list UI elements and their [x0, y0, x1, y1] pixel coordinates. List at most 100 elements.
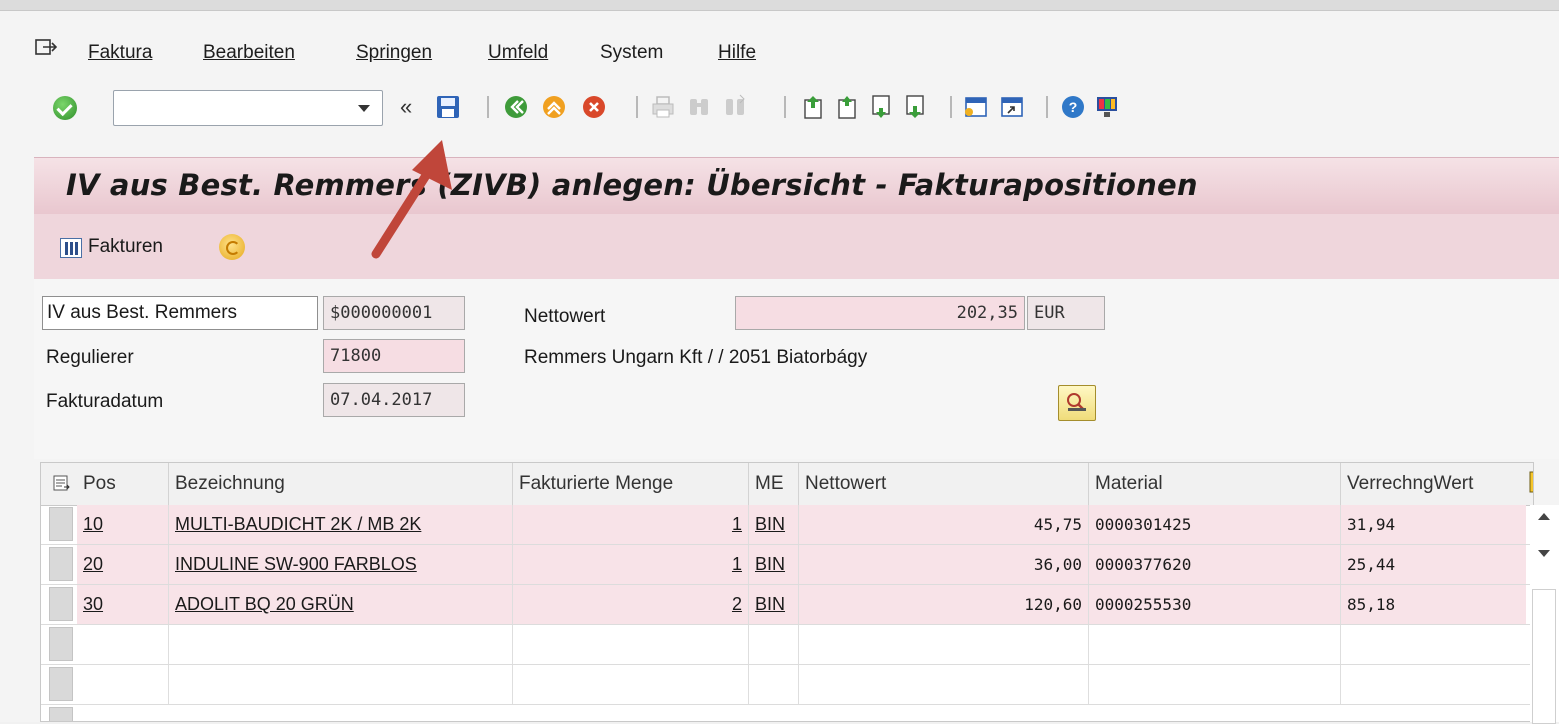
- cell-empty[interactable]: [799, 625, 1089, 664]
- toolbar-separator: [487, 96, 489, 118]
- find-next-icon: [726, 94, 745, 115]
- back-icon[interactable]: [503, 94, 529, 120]
- billing-documents-icon[interactable]: [60, 238, 82, 258]
- row-selector[interactable]: [49, 667, 73, 701]
- cell-me[interactable]: BIN: [749, 505, 799, 544]
- document-number-field[interactable]: $000000001: [323, 296, 465, 330]
- cell-pos[interactable]: 20: [77, 545, 169, 584]
- menu-faktura[interactable]: Faktura: [88, 42, 152, 64]
- cell-menge[interactable]: 1: [513, 545, 749, 584]
- last-page-icon[interactable]: [902, 94, 928, 120]
- menu-umfeld[interactable]: Umfeld: [488, 42, 548, 64]
- fakturadatum-field[interactable]: 07.04.2017: [323, 383, 465, 417]
- cell-me[interactable]: BIN: [749, 545, 799, 584]
- regulierer-label: Regulierer: [46, 347, 134, 368]
- print-icon: [652, 96, 674, 118]
- collapse-chevron[interactable]: «: [400, 94, 412, 120]
- next-page-icon[interactable]: [868, 94, 894, 120]
- cell-me[interactable]: BIN: [749, 585, 799, 624]
- cell-bezeichnung[interactable]: ADOLIT BQ 20 GRÜN: [169, 585, 513, 624]
- menu-bearbeiten[interactable]: Bearbeiten: [203, 42, 295, 64]
- menu-system[interactable]: System: [600, 42, 663, 64]
- cell-empty[interactable]: [169, 625, 513, 664]
- scroll-track[interactable]: [1532, 589, 1556, 724]
- cell-nettowert: 120,60: [799, 585, 1089, 624]
- command-field[interactable]: [113, 90, 383, 126]
- first-page-icon[interactable]: [800, 94, 826, 120]
- scroll-up-icon[interactable]: [1538, 513, 1550, 520]
- cell-pos[interactable]: 30: [77, 585, 169, 624]
- enter-icon[interactable]: [53, 96, 77, 120]
- command-input[interactable]: [120, 91, 354, 125]
- row-selector[interactable]: [49, 627, 73, 661]
- table-row[interactable]: 30 ADOLIT BQ 20 GRÜN 2 BIN 120,60 000025…: [41, 585, 1533, 625]
- cell-empty[interactable]: [77, 625, 169, 664]
- table-scrollbar[interactable]: [1530, 505, 1559, 724]
- create-session-icon[interactable]: [963, 94, 989, 120]
- table-row[interactable]: 20 INDULINE SW-900 FARBLOS 1 BIN 36,00 0…: [41, 545, 1533, 585]
- regulierer-field[interactable]: 71800: [323, 339, 465, 373]
- menu-bar: Faktura Bearbeiten Springen Umfeld Syste…: [0, 34, 1559, 74]
- menu-springen[interactable]: Springen: [356, 42, 432, 64]
- svg-text:?: ?: [1069, 99, 1078, 115]
- col-header-bezeichnung[interactable]: Bezeichnung: [169, 463, 513, 505]
- cell-empty[interactable]: [169, 665, 513, 704]
- page-title: IV aus Best. Remmers (ZIVB) anlegen: Übe…: [66, 168, 1198, 202]
- exit-icon[interactable]: [541, 94, 567, 120]
- billing-type-value: IV aus Best. Remmers: [47, 302, 238, 323]
- table-settings-icon[interactable]: [1529, 471, 1534, 493]
- previous-page-icon[interactable]: [834, 94, 860, 120]
- window-top-strip: [0, 0, 1559, 11]
- menu-exit-icon[interactable]: [35, 38, 57, 58]
- shortcut-icon[interactable]: [999, 94, 1025, 120]
- cell-bezeichnung[interactable]: MULTI-BAUDICHT 2K / MB 2K: [169, 505, 513, 544]
- application-toolbar: Fakturen: [34, 220, 1559, 276]
- refresh-swirl-icon[interactable]: [219, 234, 245, 260]
- col-header-material[interactable]: Material: [1089, 463, 1341, 505]
- cell-empty[interactable]: [513, 665, 749, 704]
- save-icon[interactable]: [435, 94, 461, 120]
- cell-nettowert: 45,75: [799, 505, 1089, 544]
- cell-menge[interactable]: 2: [513, 585, 749, 624]
- cell-empty[interactable]: [749, 625, 799, 664]
- col-header-pos[interactable]: Pos: [77, 463, 169, 505]
- table-row-empty[interactable]: [41, 705, 1533, 721]
- row-selector[interactable]: [49, 507, 73, 541]
- menu-hilfe[interactable]: Hilfe: [718, 42, 756, 64]
- header-form: IV aus Best. Remmers $000000001 Nettower…: [34, 279, 1559, 459]
- help-icon[interactable]: ?: [1060, 94, 1086, 120]
- table-row-empty[interactable]: [41, 625, 1533, 665]
- toolbar-separator: [1046, 96, 1048, 118]
- find-icon: [690, 99, 708, 115]
- scroll-down-icon[interactable]: [1538, 550, 1550, 557]
- col-header-verrechngwert[interactable]: VerrechngWert: [1341, 463, 1526, 505]
- cell-empty[interactable]: [1089, 625, 1341, 664]
- cell-empty[interactable]: [77, 665, 169, 704]
- cell-empty[interactable]: [749, 665, 799, 704]
- fakturen-button[interactable]: Fakturen: [88, 236, 163, 258]
- cell-empty[interactable]: [513, 625, 749, 664]
- cell-menge[interactable]: 1: [513, 505, 749, 544]
- title-area: IV aus Best. Remmers (ZIVB) anlegen: Übe…: [34, 157, 1559, 280]
- table-row[interactable]: 10 MULTI-BAUDICHT 2K / MB 2K 1 BIN 45,75…: [41, 505, 1533, 545]
- table-row-empty[interactable]: [41, 665, 1533, 705]
- cancel-icon[interactable]: [581, 94, 607, 120]
- chevron-down-icon[interactable]: [358, 105, 370, 112]
- row-selector[interactable]: [49, 587, 73, 621]
- cell-empty[interactable]: [799, 665, 1089, 704]
- row-selector[interactable]: [49, 547, 73, 581]
- cell-empty[interactable]: [1089, 665, 1341, 704]
- display-partner-button[interactable]: [1058, 385, 1096, 421]
- customize-layout-icon[interactable]: [1094, 94, 1120, 120]
- cell-pos[interactable]: 10: [77, 505, 169, 544]
- col-header-nettowert[interactable]: Nettowert: [799, 463, 1089, 505]
- row-selector[interactable]: [49, 707, 73, 721]
- billing-type-select[interactable]: IV aus Best. Remmers: [42, 296, 345, 330]
- col-header-me[interactable]: ME: [749, 463, 799, 505]
- col-header-fakturierte-menge[interactable]: Fakturierte Menge: [513, 463, 749, 505]
- select-all-icon[interactable]: [53, 475, 71, 493]
- cell-verrechngwert: 85,18: [1341, 585, 1526, 624]
- cell-bezeichnung[interactable]: INDULINE SW-900 FARBLOS: [169, 545, 513, 584]
- currency-field: EUR: [1027, 296, 1105, 330]
- cell-material: 0000377620: [1089, 545, 1341, 584]
